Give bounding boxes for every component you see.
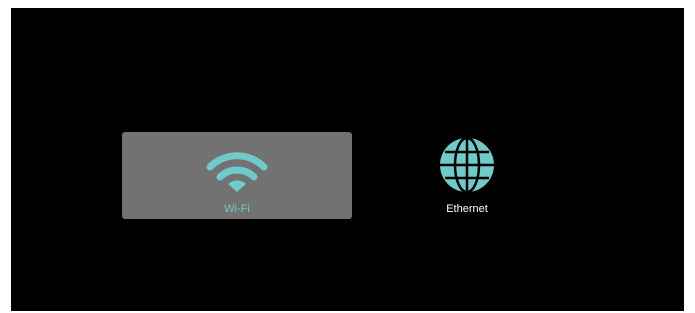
ethernet-label: Ethernet	[446, 203, 488, 215]
top-strip	[0, 0, 695, 8]
globe-icon	[440, 136, 494, 194]
wifi-option[interactable]: Wi-Fi	[122, 132, 352, 219]
wifi-icon	[206, 152, 268, 192]
wifi-label: Wi-Fi	[224, 203, 250, 215]
network-setup-screen: Wi-Fi Ethernet	[11, 8, 684, 311]
ethernet-option[interactable]: Ethernet	[397, 132, 537, 219]
